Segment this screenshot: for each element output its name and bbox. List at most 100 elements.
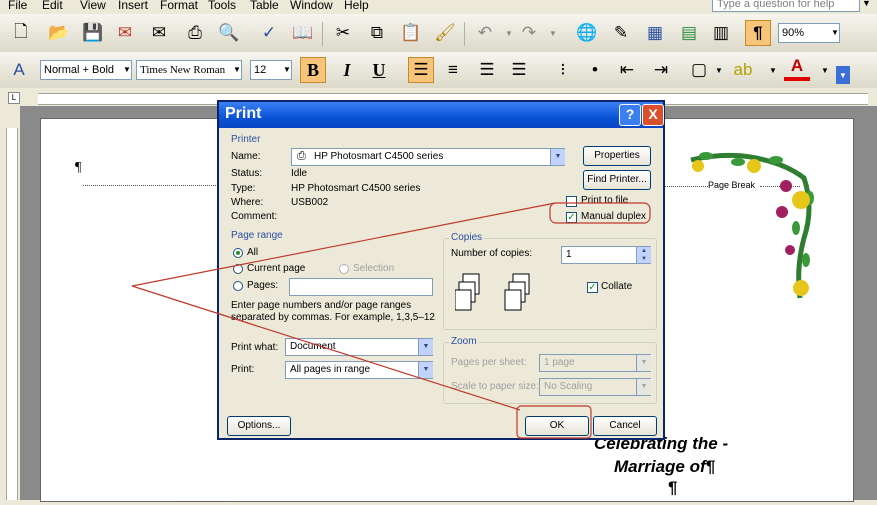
status-label: Status: <box>231 168 263 179</box>
properties-button[interactable]: Properties <box>583 146 651 166</box>
manual-duplex-checkbox[interactable]: ✓ <box>566 212 577 223</box>
selection-label: Selection <box>353 263 395 274</box>
paste-icon[interactable]: 📋 <box>398 20 424 46</box>
undo-icon[interactable]: ↶ <box>472 20 498 46</box>
pages-radio[interactable] <box>233 281 243 291</box>
chevron-down-icon[interactable]: ▼ <box>830 24 840 42</box>
toolbar-options-icon[interactable]: ▼ <box>836 66 850 84</box>
hyperlink-icon[interactable]: 🌐 <box>574 20 600 46</box>
menu-tools[interactable]: Tools <box>208 0 236 12</box>
menu-window[interactable]: Window <box>290 0 333 12</box>
options-button[interactable]: Options... <box>227 416 291 436</box>
permission-icon[interactable]: ✉ <box>112 20 138 46</box>
collate-checkbox[interactable]: ✓ <box>587 282 598 293</box>
dotted-line <box>83 185 218 186</box>
research-icon[interactable]: 📖 <box>290 20 316 46</box>
highlight-icon[interactable]: ab <box>730 57 756 83</box>
align-center-icon[interactable]: ≡ <box>440 57 466 83</box>
copy-icon[interactable]: ⧉ <box>364 20 390 46</box>
menu-view[interactable]: View <box>80 0 106 12</box>
chevron-down-icon[interactable]: ▼ <box>862 0 871 8</box>
menu-file[interactable]: File <box>8 0 27 12</box>
find-printer-button[interactable]: Find Printer... <box>583 170 651 190</box>
email-icon[interactable]: ✉ <box>146 20 172 46</box>
page-range-hint-2: separated by commas. For example, 1,3,5–… <box>231 312 435 323</box>
redo-icon[interactable]: ↷ <box>516 20 542 46</box>
chevron-down-icon[interactable]: ▼ <box>122 61 132 79</box>
toolbar-separator <box>464 22 465 46</box>
menu-format[interactable]: Format <box>160 0 198 12</box>
numbering-icon[interactable]: ⁝ <box>550 57 576 83</box>
styles-icon[interactable]: A <box>6 57 32 83</box>
underline-button[interactable]: U <box>366 57 392 83</box>
justify-icon[interactable]: ☰ <box>506 57 532 83</box>
help-button[interactable]: ? <box>619 104 641 126</box>
chevron-down-icon[interactable]: ▼ <box>550 149 565 165</box>
new-document-icon[interactable]: 🗋 <box>8 20 34 46</box>
selection-radio[interactable] <box>339 264 349 274</box>
ok-button[interactable]: OK <box>525 416 589 436</box>
format-painter-icon[interactable]: 🖌 <box>432 20 458 46</box>
dialog-title-bar[interactable]: Print ? X <box>219 102 664 128</box>
pages-label: Pages: <box>247 280 279 291</box>
all-pages-radio[interactable] <box>233 248 243 258</box>
spinner-arrows-icon[interactable]: ▲ ▼ <box>636 247 651 263</box>
chevron-down-icon[interactable]: ▼ <box>636 379 651 395</box>
chevron-down-icon[interactable]: ▼ <box>812 57 838 83</box>
menu-help[interactable]: Help <box>344 0 369 12</box>
ask-question-input[interactable]: Type a question for help <box>712 0 860 12</box>
vertical-ruler-scale[interactable] <box>6 128 18 500</box>
pages-per-sheet-select[interactable]: 1 page <box>539 354 651 372</box>
font-select[interactable]: Times New Roman <box>136 60 242 80</box>
cancel-button[interactable]: Cancel <box>593 416 657 436</box>
italic-button[interactable]: I <box>334 57 360 83</box>
heading-line-2: Marriage of¶ <box>614 457 716 476</box>
print-select[interactable]: All pages in range <box>285 361 433 379</box>
current-page-label: Current page <box>247 263 306 274</box>
bullets-icon[interactable]: • <box>582 57 608 83</box>
increase-indent-icon[interactable]: ⇥ <box>648 57 674 83</box>
print-what-select[interactable]: Document <box>285 338 433 356</box>
tables-borders-icon[interactable]: ✎ <box>608 20 634 46</box>
chevron-down-icon[interactable]: ▼ <box>418 362 433 378</box>
chevron-down-icon[interactable]: ▼ <box>418 339 433 355</box>
insert-excel-icon[interactable]: ▤ <box>676 20 702 46</box>
font-color-button[interactable]: A <box>784 55 810 81</box>
menu-table[interactable]: Table <box>250 0 279 12</box>
cut-icon[interactable]: ✂ <box>330 20 356 46</box>
align-right-icon[interactable]: ☰ <box>474 57 500 83</box>
status-value: Idle <box>291 168 308 179</box>
close-button[interactable]: X <box>642 104 664 126</box>
print-to-file-checkbox[interactable] <box>566 196 577 207</box>
chevron-down-icon[interactable]: ▼ <box>636 355 651 371</box>
current-page-radio[interactable] <box>233 264 243 274</box>
chevron-down-icon[interactable]: ▼ <box>540 20 566 46</box>
show-hide-button[interactable]: ¶ <box>745 20 771 46</box>
print-dialog: Print ? X Printer Name: HP Photosmart C4… <box>217 100 665 440</box>
printer-name-label: Name: <box>231 151 261 162</box>
all-pages-label: All <box>247 247 259 258</box>
pages-input[interactable] <box>289 278 433 296</box>
chevron-down-icon[interactable]: ▼ <box>760 57 786 83</box>
bold-button[interactable]: B <box>300 57 326 83</box>
save-icon[interactable]: 💾 <box>80 20 106 46</box>
align-left-icon[interactable]: ☰ <box>408 57 434 83</box>
open-folder-icon[interactable]: 📂 <box>46 20 72 46</box>
style-select[interactable]: Normal + Bold <box>40 60 132 80</box>
spelling-icon[interactable]: ✓ <box>256 20 282 46</box>
number-of-copies-label: Number of copies: <box>451 248 533 259</box>
decrease-indent-icon[interactable]: ⇤ <box>614 57 640 83</box>
insert-table-icon[interactable]: ▦ <box>642 20 668 46</box>
chevron-down-icon[interactable]: ▼ <box>232 61 242 79</box>
menu-edit[interactable]: Edit <box>42 0 63 12</box>
menu-insert[interactable]: Insert <box>118 0 148 12</box>
page-range-group-label: Page range <box>231 230 283 241</box>
printer-name-select[interactable]: HP Photosmart C4500 series <box>291 148 565 166</box>
chevron-down-icon[interactable]: ▼ <box>706 57 732 83</box>
print-icon[interactable]: ⎙ <box>182 20 208 46</box>
columns-icon[interactable]: ▥ <box>708 20 734 46</box>
print-preview-icon[interactable]: 🔍 <box>216 20 242 46</box>
scale-to-paper-select[interactable]: No Scaling <box>539 378 651 396</box>
chevron-down-icon[interactable]: ▼ <box>282 61 292 79</box>
tab-selector-icon[interactable]: L <box>8 92 20 104</box>
